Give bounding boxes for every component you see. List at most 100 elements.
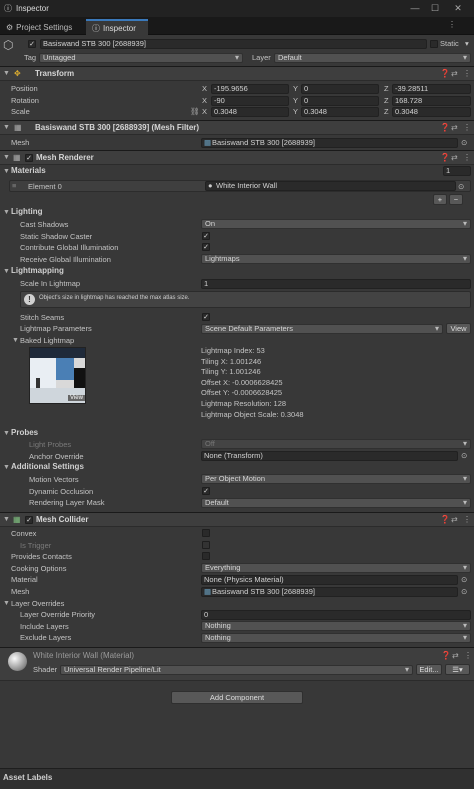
mesh-renderer-header[interactable]: ▼ ▦ ✓ Mesh Renderer ❓ ⇄ ⋮ [0, 150, 474, 165]
presets-icon[interactable]: ⇄ [451, 123, 458, 133]
context-menu-icon[interactable]: ⋮ [463, 69, 471, 79]
axis-y-label[interactable]: Y [293, 106, 298, 117]
close-icon[interactable]: ✕ [448, 0, 468, 17]
layer-dropdown[interactable]: Default [274, 53, 471, 63]
include-layers-dropdown[interactable]: Nothing [201, 621, 471, 631]
fold-arrow-icon[interactable]: ▼ [12, 337, 19, 344]
rotation-x-field[interactable]: -90 [211, 96, 289, 106]
rendering-layer-mask-dropdown[interactable]: Default [201, 498, 471, 508]
provides-contacts-checkbox[interactable] [202, 552, 210, 560]
object-picker-icon[interactable]: ⊙ [461, 586, 467, 597]
fold-arrow-icon[interactable]: ▼ [3, 124, 10, 131]
static-checkbox[interactable] [430, 40, 438, 48]
tab-inspector[interactable]: ⓘ Inspector [86, 19, 148, 35]
axis-z-label[interactable]: Z [384, 106, 389, 117]
presets-icon[interactable]: ⇄ [451, 153, 458, 163]
object-name-field[interactable]: Basiswand STB 300 [2688939] [40, 39, 427, 49]
probes-label[interactable]: Probes [11, 428, 38, 437]
tab-project-settings[interactable]: ⚙ Project Settings [0, 19, 84, 35]
thumb-view-label[interactable]: View [68, 395, 85, 401]
help-icon[interactable]: ❓ [440, 515, 450, 525]
shader-dropdown[interactable]: Universal Render Pipeline/Lit [60, 665, 413, 675]
scale-x-field[interactable]: 0.3048 [211, 107, 289, 117]
fold-arrow-icon[interactable]: ▼ [3, 464, 10, 471]
help-icon[interactable]: ❓ [440, 153, 450, 163]
fold-arrow-icon[interactable]: ▼ [3, 600, 10, 607]
axis-x-label[interactable]: X [202, 95, 207, 106]
receive-gi-dropdown[interactable]: Lightmaps [201, 254, 471, 264]
baked-lightmap-label[interactable]: Baked Lightmap [20, 335, 74, 346]
cooking-options-dropdown[interactable]: Everything [201, 563, 471, 573]
axis-z-label[interactable]: Z [384, 83, 389, 94]
object-picker-icon[interactable]: ⊙ [458, 181, 464, 192]
element-0-field[interactable]: ● White Interior Wall [205, 181, 456, 191]
object-picker-icon[interactable]: ⊙ [461, 574, 467, 585]
motion-vectors-dropdown[interactable]: Per Object Motion [201, 474, 471, 484]
help-icon[interactable]: ❓ [440, 123, 450, 133]
scale-y-field[interactable]: 0.3048 [301, 107, 379, 117]
axis-y-label[interactable]: Y [293, 95, 298, 106]
presets-icon[interactable]: ⇄ [451, 69, 458, 79]
lightmap-view-button[interactable]: View [446, 323, 471, 334]
scale-label[interactable]: Scale [11, 106, 30, 117]
transform-header[interactable]: ▼ ✥ Transform ❓ ⇄ ⋮ [0, 66, 474, 81]
shader-menu-button[interactable]: ☰▾ [445, 664, 470, 675]
contribute-gi-checkbox[interactable]: ✓ [202, 243, 210, 251]
collider-mesh-field[interactable]: ▦ Basiswand STB 300 [2688939] [201, 587, 458, 597]
mesh-renderer-enabled-checkbox[interactable]: ✓ [25, 154, 33, 162]
axis-x-label[interactable]: X [202, 83, 207, 94]
fold-arrow-icon[interactable]: ▼ [3, 70, 10, 77]
active-checkbox[interactable]: ✓ [28, 40, 36, 48]
context-menu-icon[interactable]: ⋮ [463, 123, 471, 133]
add-component-button[interactable]: Add Component [171, 691, 303, 704]
context-menu-icon[interactable]: ⋮ [463, 515, 471, 525]
lightmap-parameters-dropdown[interactable]: Scene Default Parameters [201, 324, 443, 334]
position-x-field[interactable]: -195.9656 [211, 84, 289, 94]
lighting-label[interactable]: Lighting [11, 207, 43, 216]
materials-label[interactable]: Materials [11, 166, 46, 175]
minimize-icon[interactable]: — [405, 0, 425, 17]
fold-arrow-icon[interactable]: ▼ [3, 209, 10, 216]
object-picker-icon[interactable]: ⊙ [461, 137, 467, 148]
fold-arrow-icon[interactable]: ▼ [3, 168, 10, 175]
drag-handle-icon[interactable]: ≡ [12, 180, 16, 191]
context-menu-icon[interactable]: ⋮ [464, 651, 472, 661]
scale-in-lightmap-field[interactable]: 1 [201, 279, 471, 289]
asset-labels-title[interactable]: Asset Labels [3, 773, 52, 782]
fold-arrow-icon[interactable]: ▼ [3, 516, 10, 523]
maximize-icon[interactable]: ☐ [425, 0, 445, 17]
mesh-collider-header[interactable]: ▼ ▦ ✓ Mesh Collider ❓ ⇄ ⋮ [0, 512, 474, 527]
object-picker-icon[interactable]: ⊙ [461, 450, 467, 461]
shader-edit-button[interactable]: Edit... [416, 664, 442, 675]
static-shadow-caster-checkbox[interactable]: ✓ [202, 232, 210, 240]
tag-dropdown[interactable]: Untagged [39, 53, 243, 63]
axis-z-label[interactable]: Z [384, 95, 389, 106]
axis-x-label[interactable]: X [202, 106, 207, 117]
presets-icon[interactable]: ⇄ [451, 515, 458, 525]
rotation-y-field[interactable]: 0 [301, 96, 379, 106]
convex-checkbox[interactable] [202, 529, 210, 537]
rotation-label[interactable]: Rotation [11, 95, 39, 106]
fold-arrow-icon[interactable]: ▼ [3, 154, 10, 161]
lightmap-thumbnail[interactable]: View [29, 347, 86, 404]
mesh-filter-header[interactable]: ▼ ▦ Basiswand STB 300 [2688939] (Mesh Fi… [0, 120, 474, 135]
axis-y-label[interactable]: Y [293, 83, 298, 94]
position-label[interactable]: Position [11, 83, 38, 94]
help-icon[interactable]: ❓ [441, 651, 451, 661]
exclude-layers-dropdown[interactable]: Nothing [201, 633, 471, 643]
add-element-button[interactable]: + [433, 194, 447, 205]
layer-override-priority-field[interactable]: 0 [201, 610, 471, 620]
presets-icon[interactable]: ⇄ [452, 651, 459, 661]
fold-arrow-icon[interactable]: ▼ [3, 268, 10, 275]
link-icon[interactable]: ⛓ [190, 106, 200, 117]
materials-count-field[interactable]: 1 [443, 166, 471, 176]
anchor-override-field[interactable]: None (Transform) [201, 451, 458, 461]
additional-settings-label[interactable]: Additional Settings [11, 462, 84, 471]
context-menu-icon[interactable]: ⋮ [463, 153, 471, 163]
position-y-field[interactable]: 0 [301, 84, 379, 94]
physics-material-field[interactable]: None (Physics Material) [201, 575, 458, 585]
stitch-seams-checkbox[interactable]: ✓ [202, 313, 210, 321]
scale-z-field[interactable]: 0.3048 [392, 107, 471, 117]
help-icon[interactable]: ❓ [440, 69, 450, 79]
mesh-collider-enabled-checkbox[interactable]: ✓ [25, 516, 33, 524]
